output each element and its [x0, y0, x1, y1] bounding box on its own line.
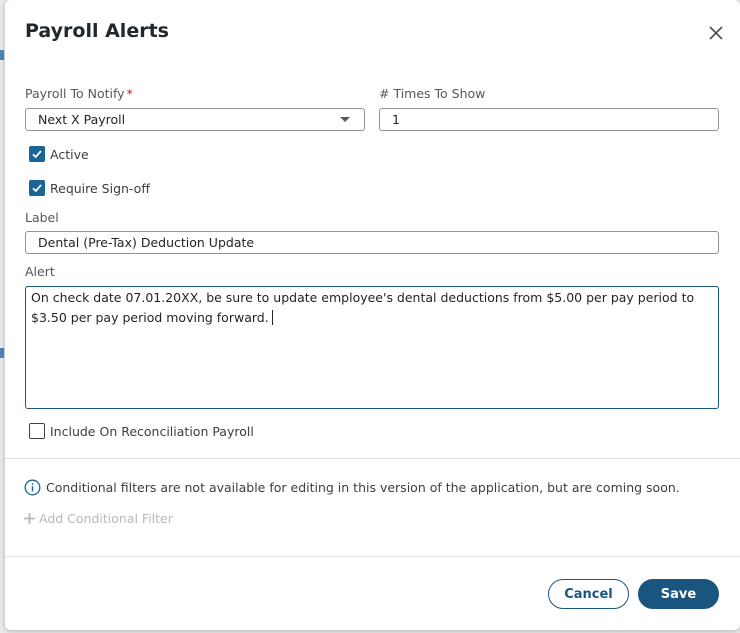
alert-textarea[interactable]: On check date 07.01.20XX, be sure to upd…: [25, 286, 719, 409]
include-reconciliation-checkbox[interactable]: [29, 423, 45, 439]
conditional-info-text: Conditional filters are not available fo…: [46, 479, 680, 495]
save-button[interactable]: Save: [638, 579, 719, 609]
include-reconciliation-checkbox-row[interactable]: Include On Reconciliation Payroll: [29, 422, 254, 440]
times-to-show-label: # Times To Show: [379, 86, 486, 101]
checkmark-icon: [32, 184, 42, 193]
label-input[interactable]: Dental (Pre-Tax) Deduction Update: [25, 231, 719, 254]
active-label: Active: [50, 146, 89, 162]
times-to-show-value: 1: [392, 112, 400, 127]
alert-field-label: Alert: [25, 264, 55, 279]
active-checkbox-row[interactable]: Active: [29, 145, 89, 163]
alert-textarea-value: On check date 07.01.20XX, be sure to upd…: [31, 290, 695, 325]
payroll-to-notify-select[interactable]: Next X Payroll: [25, 108, 365, 131]
include-reconciliation-label: Include On Reconciliation Payroll: [50, 423, 254, 439]
info-icon: [24, 479, 41, 495]
footer-divider: [5, 556, 740, 557]
times-to-show-input[interactable]: 1: [379, 108, 719, 131]
label-input-value: Dental (Pre-Tax) Deduction Update: [38, 235, 255, 250]
dialog-title: Payroll Alerts: [25, 20, 169, 42]
add-conditional-filter-button[interactable]: Add Conditional Filter: [23, 511, 173, 526]
payroll-alerts-dialog: Payroll Alerts Payroll To Notify * Next X…: [5, 0, 740, 630]
cancel-button[interactable]: Cancel: [548, 579, 629, 609]
require-signoff-label: Require Sign-off: [50, 180, 150, 196]
require-signoff-checkbox-row[interactable]: Require Sign-off: [29, 179, 150, 197]
payroll-to-notify-label-text: Payroll To Notify: [25, 86, 125, 101]
plus-icon: [24, 513, 35, 524]
payroll-to-notify-label: Payroll To Notify *: [25, 86, 133, 101]
backdrop-marker: [0, 50, 4, 60]
conditional-info: Conditional filters are not available fo…: [24, 478, 680, 496]
payroll-to-notify-value: Next X Payroll: [38, 112, 126, 127]
checkmark-icon: [32, 150, 42, 159]
active-checkbox[interactable]: [29, 146, 45, 162]
chevron-down-icon: [340, 117, 350, 122]
backdrop-marker: [0, 348, 4, 358]
add-conditional-filter-label: Add Conditional Filter: [39, 511, 173, 526]
required-marker: *: [126, 86, 133, 101]
require-signoff-checkbox[interactable]: [29, 180, 45, 196]
label-field-label: Label: [25, 210, 59, 225]
section-divider: [5, 458, 740, 459]
text-cursor: [271, 309, 273, 325]
close-icon[interactable]: [707, 24, 725, 42]
